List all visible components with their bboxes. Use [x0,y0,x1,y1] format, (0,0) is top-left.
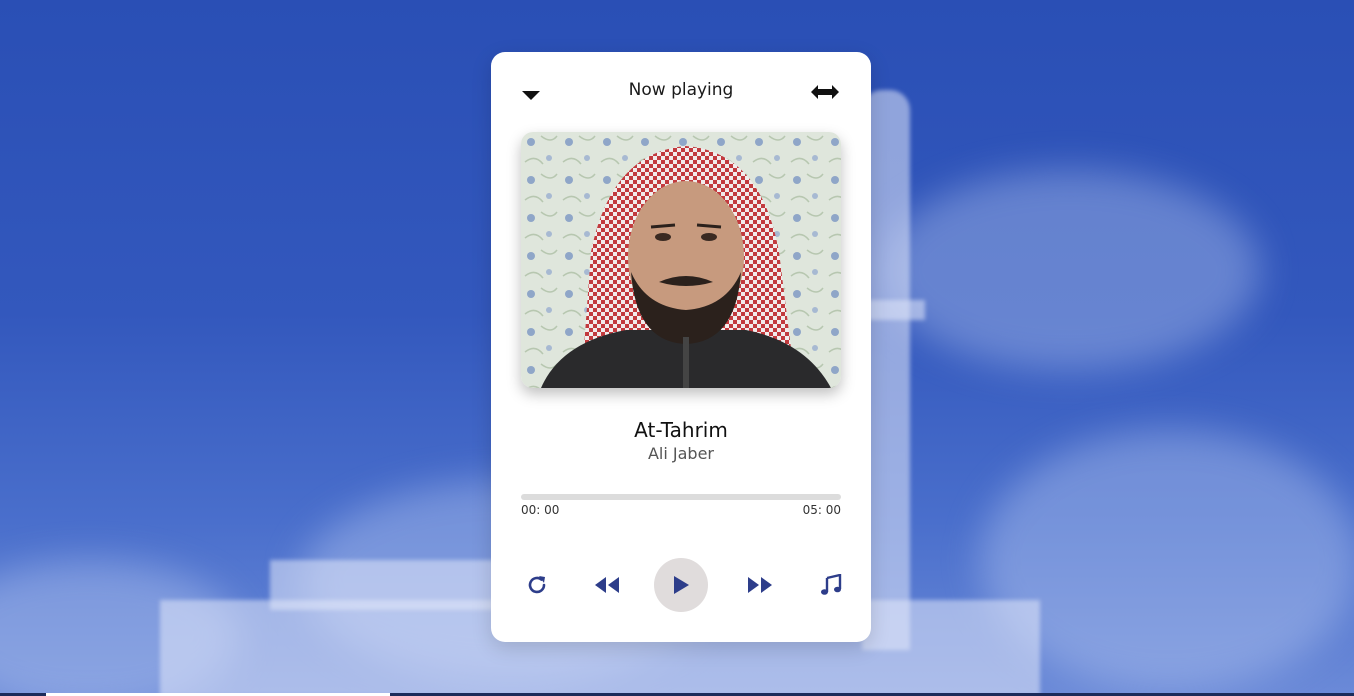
player-title: Now playing [628,80,734,100]
total-time: 05: 00 [802,503,841,517]
rewind-icon [594,575,620,595]
player-header: Now playing [521,78,841,106]
forward-button[interactable] [732,557,788,613]
repeat-icon [525,573,549,597]
fast-forward-icon [747,575,773,595]
music-note-icon [820,574,842,596]
play-icon [672,575,690,595]
current-time: 00: 00 [521,503,560,517]
track-artist: Ali Jaber [647,444,715,463]
track-title: At-Tahrim [634,418,728,442]
progress-bar[interactable] [521,494,841,500]
arrows-horizontal-icon[interactable] [809,83,841,101]
album-artwork [521,132,841,388]
caret-down-icon[interactable] [521,86,541,100]
rewind-button[interactable] [579,557,635,613]
playback-controls [521,557,842,613]
repeat-button[interactable] [509,557,565,613]
player-card: Now playing At-Tahrim Ali Jaber 00: 00 0… [491,52,871,642]
play-button[interactable] [653,557,709,613]
playlist-button[interactable] [803,557,859,613]
